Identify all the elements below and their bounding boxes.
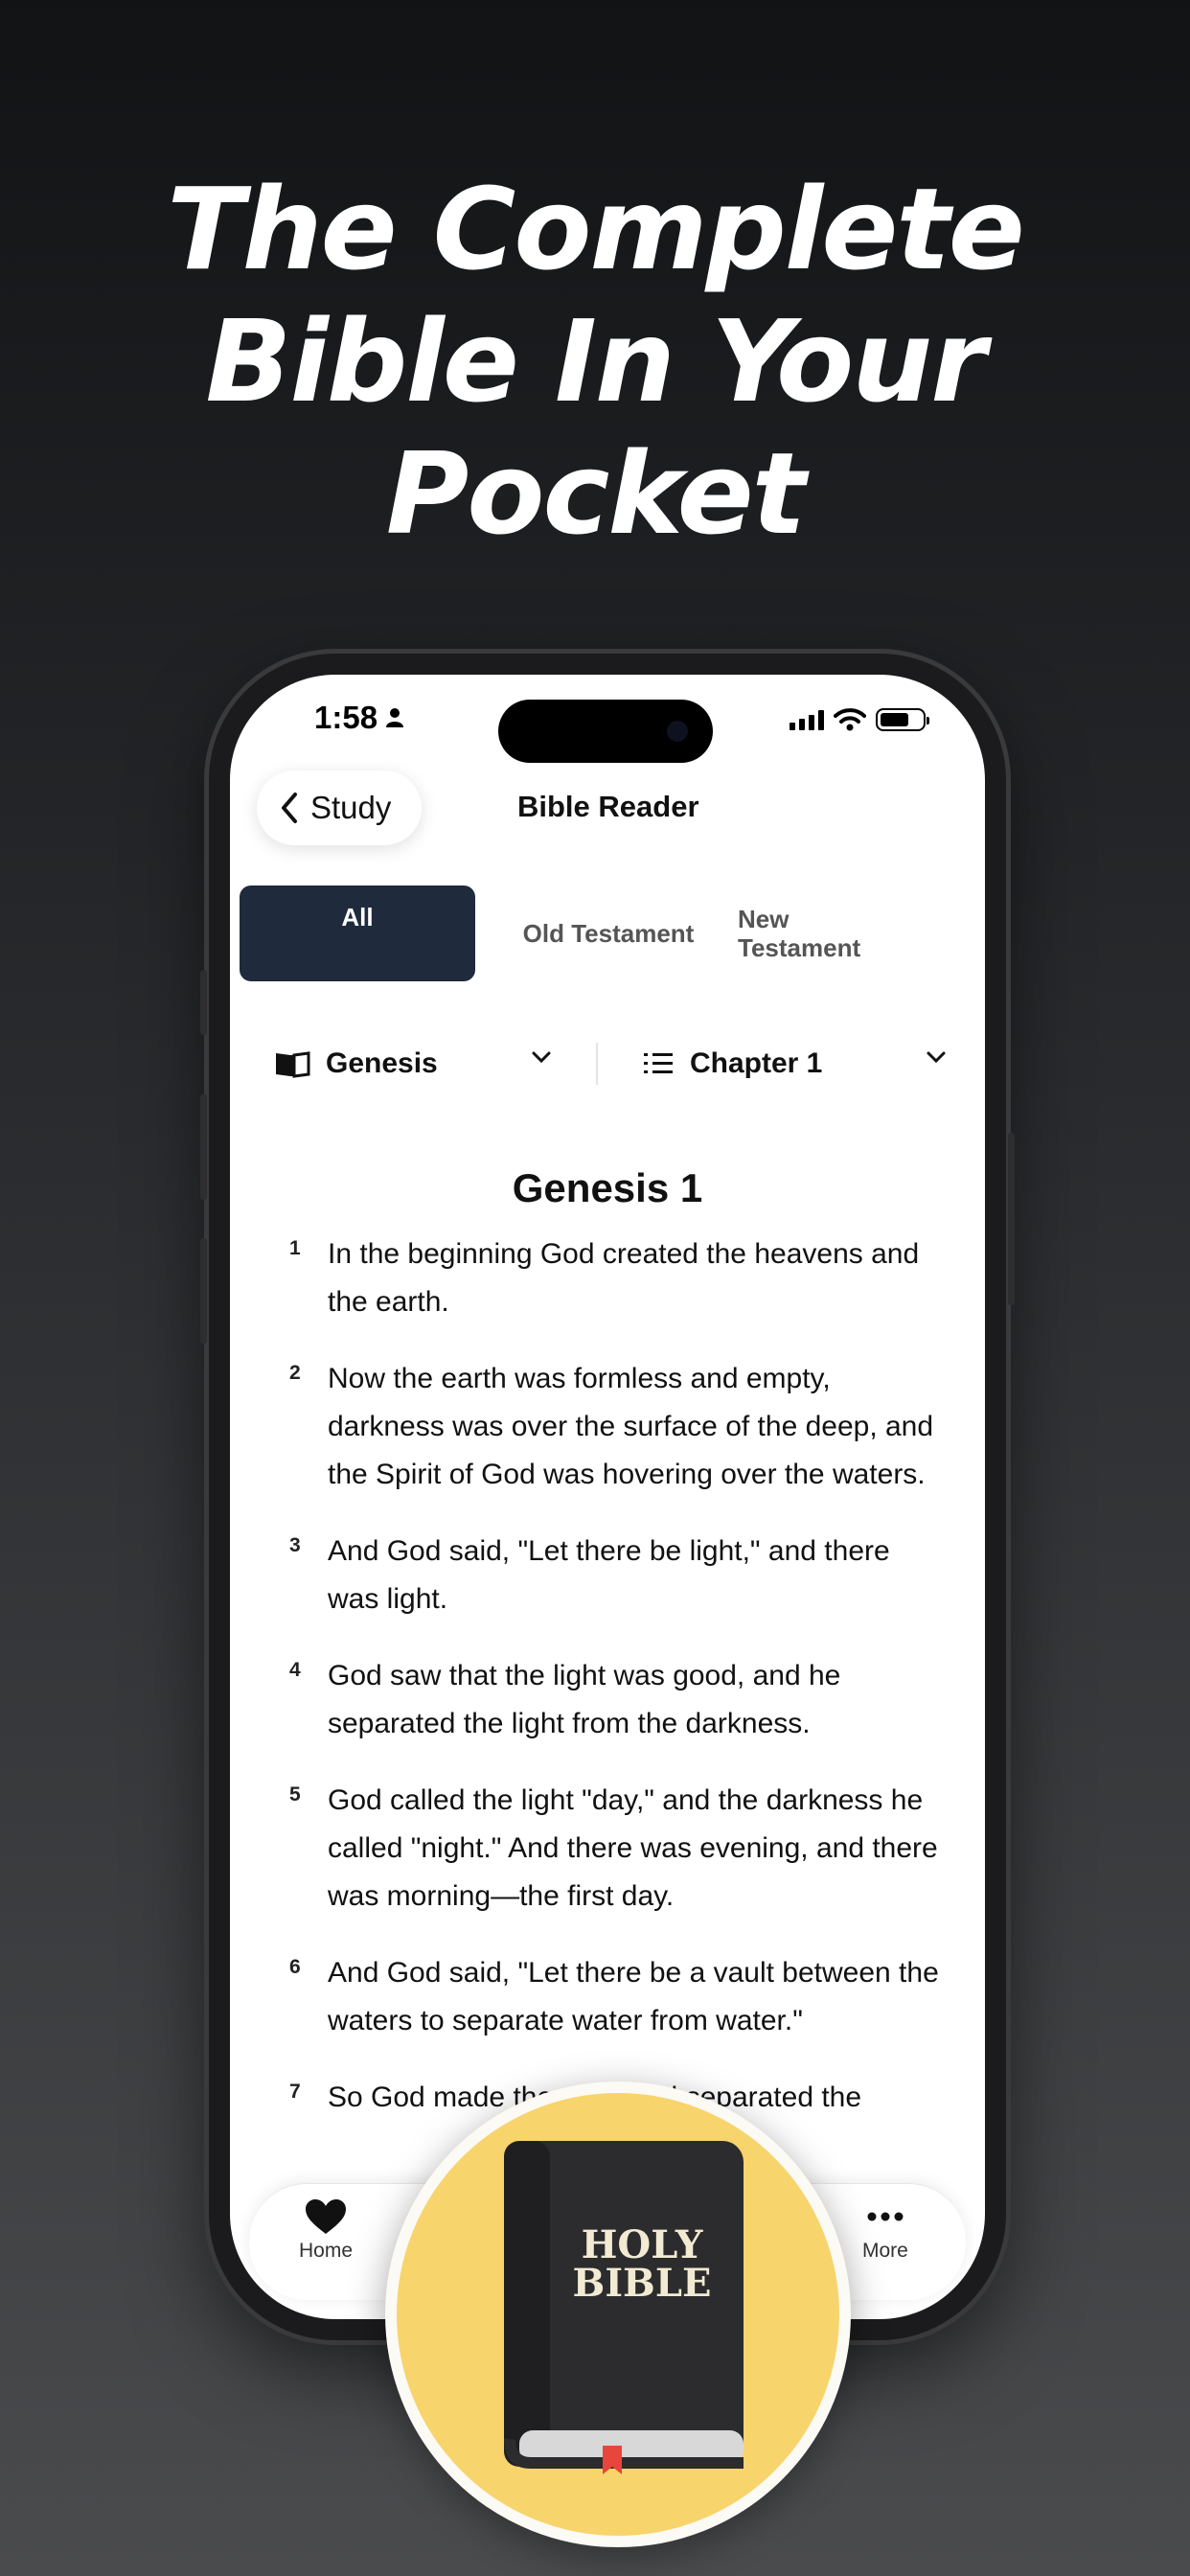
- verse-text: Now the earth was formless and empty, da…: [328, 1363, 934, 1490]
- verse-number: 7: [289, 2081, 301, 2103]
- book-selector[interactable]: Genesis: [274, 1037, 552, 1091]
- headline-line-2: Bible In Your: [205, 295, 987, 427]
- verse-number: 3: [289, 1534, 301, 1556]
- page-title: Bible Reader: [517, 790, 699, 823]
- app-logo-badge: HOLY BIBLE: [385, 2082, 851, 2547]
- cellular-signal-icon: [790, 709, 824, 730]
- camera-icon: [667, 721, 688, 742]
- verse[interactable]: 5 God called the light "day," and the dar…: [289, 1777, 941, 1920]
- verse-list: 1 In the beginning God created the heaven…: [289, 1230, 941, 2150]
- chevron-down-icon: [927, 1051, 946, 1064]
- headline-line-3: Pocket: [385, 427, 806, 560]
- volume-up-button: [200, 1094, 207, 1200]
- verse-number: 6: [289, 1956, 301, 1978]
- action-button: [200, 970, 207, 1035]
- verse[interactable]: 4 God saw that the light was good, and he…: [289, 1652, 941, 1748]
- headline: The Complete Bible In Your Pocket: [0, 163, 1190, 560]
- chevron-left-icon: [282, 793, 297, 823]
- chapter-title: Genesis 1: [512, 1165, 703, 1210]
- tabbar-home[interactable]: Home: [299, 2197, 353, 2263]
- verse-text: And God said, "Let there be a vault betw…: [328, 1957, 939, 2036]
- open-book-icon: [276, 1051, 310, 1078]
- holy-bible-book-icon: HOLY BIBLE: [504, 2141, 744, 2474]
- book-chapter-selectors: Genesis Chapter 1: [259, 1037, 958, 1091]
- testament-tabs: All Old Testament New Testament: [240, 886, 977, 981]
- verse-number: 4: [289, 1659, 301, 1681]
- dynamic-island: [498, 700, 713, 763]
- verse-number: 5: [289, 1783, 301, 1806]
- verse[interactable]: 6 And God said, "Let there be a vault bet…: [289, 1949, 941, 2045]
- headline-line-1: The Complete: [167, 163, 1025, 295]
- book-title-line-2: BIBLE: [573, 2261, 712, 2306]
- chevron-down-icon: [532, 1051, 551, 1064]
- verse[interactable]: 3 And God said, "Let there be light," and…: [289, 1528, 941, 1623]
- more-dots-icon: [867, 2212, 904, 2221]
- selector-divider: [596, 1043, 598, 1085]
- list-icon: [644, 1053, 673, 1073]
- wifi-icon: [834, 708, 866, 731]
- tab-new-testament[interactable]: New Testament: [738, 886, 901, 981]
- app-screen: 1:58 Study Bible Reader All Old Testamen…: [230, 675, 985, 2319]
- chapter-selector-label: Chapter 1: [690, 1047, 823, 1079]
- status-time-text: 1:58: [314, 700, 378, 735]
- verse[interactable]: 1 In the beginning God created the heaven…: [289, 1230, 941, 1326]
- chapter-selector[interactable]: Chapter 1: [642, 1037, 947, 1091]
- verse-number: 2: [289, 1362, 301, 1384]
- tabbar-more[interactable]: More: [862, 2197, 908, 2263]
- person-icon: [386, 708, 404, 727]
- verse-number: 1: [289, 1237, 301, 1259]
- tabbar-home-label: Home: [299, 2240, 354, 2262]
- tab-old-testament[interactable]: Old Testament: [498, 886, 719, 981]
- verse-text: God called the light "day," and the dark…: [328, 1784, 938, 1912]
- book-selector-label: Genesis: [326, 1047, 438, 1079]
- tab-all[interactable]: All: [240, 886, 475, 981]
- heart-icon: [306, 2199, 347, 2234]
- verse-text: And God said, "Let there be light," and …: [328, 1535, 890, 1615]
- back-button[interactable]: Study: [257, 770, 423, 845]
- power-button: [1008, 1133, 1015, 1305]
- verse-text: In the beginning God created the heavens…: [328, 1238, 920, 1318]
- status-icons: [790, 707, 929, 732]
- volume-down-button: [200, 1238, 207, 1344]
- status-time: 1:58: [314, 700, 404, 736]
- verse-text: God saw that the light was good, and he …: [328, 1660, 841, 1739]
- battery-icon: [876, 708, 929, 731]
- back-button-label: Study: [310, 790, 392, 825]
- verse[interactable]: 2 Now the earth was formless and empty, d…: [289, 1355, 941, 1499]
- tabbar-more-label: More: [862, 2240, 908, 2262]
